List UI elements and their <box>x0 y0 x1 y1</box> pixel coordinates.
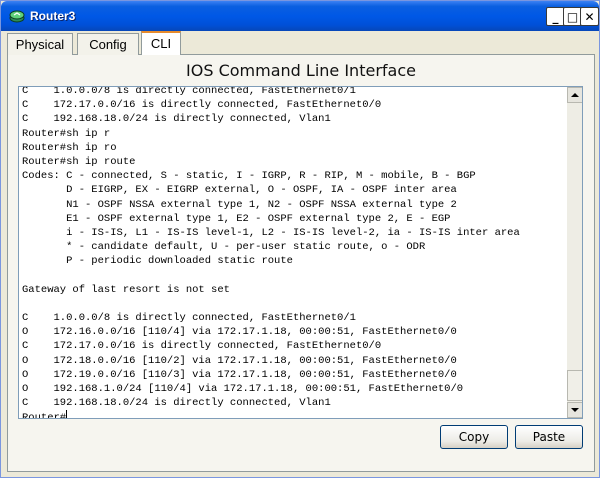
terminal-line: P - periodic downloaded static route <box>22 255 293 268</box>
text-cursor <box>66 410 68 418</box>
maximize-icon: □ <box>566 9 579 24</box>
terminal-line: * - candidate default, U - per-user stat… <box>22 241 426 254</box>
terminal-line: C 172.17.0.0/16 is directly connected, F… <box>22 99 382 112</box>
terminal-line: Router#sh ip r <box>22 127 111 140</box>
terminal-line: Codes: C - connected, S - static, I - IG… <box>22 170 476 183</box>
scroll-up-button[interactable] <box>567 87 582 103</box>
terminal-line: i - IS-IS, L1 - IS-IS level-1, L2 - IS-I… <box>22 226 520 239</box>
copy-button[interactable]: Copy <box>440 425 508 449</box>
terminal-line: O 172.16.0.0/16 [110/4] via 172.17.1.18,… <box>22 326 457 339</box>
terminal-scrollbar[interactable] <box>567 87 582 418</box>
router3-window: Router3 _ □ ✕ Physical Config CLI IOS Co… <box>0 0 600 478</box>
terminal-line: Router#sh ip ro <box>22 141 117 154</box>
close-button[interactable]: ✕ <box>580 7 599 26</box>
terminal-line: N1 - OSPF NSSA external type 1, N2 - OSP… <box>22 198 457 211</box>
tab-config[interactable]: Config <box>77 33 139 55</box>
router-app-icon <box>9 10 25 23</box>
minimize-icon: _ <box>552 9 559 24</box>
close-icon: ✕ <box>584 9 595 24</box>
terminal-line: O 172.18.0.0/16 [110/2] via 172.17.1.18,… <box>22 354 457 367</box>
terminal-line: C 172.17.0.0/16 is directly connected, F… <box>22 340 382 353</box>
terminal-line: E1 - OSPF external type 1, E2 - OSPF ext… <box>22 212 451 225</box>
tab-physical[interactable]: Physical <box>7 33 73 55</box>
scroll-thumb[interactable] <box>567 370 582 401</box>
paste-button[interactable]: Paste <box>515 425 583 449</box>
tab-cli[interactable]: CLI <box>141 31 181 55</box>
terminal-line: C 1.0.0.0/8 is directly connected, FastE… <box>22 86 356 97</box>
terminal-prompt: Router# <box>22 412 67 419</box>
terminal-output: C 1.0.0.0/8 is directly connected, FastE… <box>22 86 567 419</box>
terminal-line: C 1.0.0.0/8 is directly connected, FastE… <box>22 312 356 324</box>
scroll-down-button[interactable] <box>567 402 582 418</box>
scroll-down-icon <box>571 408 579 412</box>
terminal-line: D - EIGRP, EX - EIGRP external, O - OSPF… <box>22 184 457 197</box>
cli-heading: IOS Command Line Interface <box>186 61 416 80</box>
terminal-prompt-line[interactable]: Router# <box>22 410 567 419</box>
terminal-line: O 172.19.0.0/16 [110/3] via 172.17.1.18,… <box>22 368 457 381</box>
terminal-line: O 192.168.1.0/24 [110/4] via 172.17.1.18… <box>22 382 464 395</box>
terminal-line: Gateway of last resort is not set <box>22 283 230 296</box>
scroll-up-icon <box>571 93 579 97</box>
terminal-line: C 192.168.18.0/24 is directly connected,… <box>22 397 331 410</box>
terminal-line: C 192.168.18.0/24 is directly connected,… <box>22 113 331 126</box>
terminal-line: Router#sh ip route <box>22 155 136 168</box>
title-bar[interactable]: Router3 _ □ ✕ <box>1 1 599 31</box>
window-title: Router3 <box>30 9 76 23</box>
cli-terminal[interactable]: C 1.0.0.0/8 is directly connected, FastE… <box>18 86 583 419</box>
